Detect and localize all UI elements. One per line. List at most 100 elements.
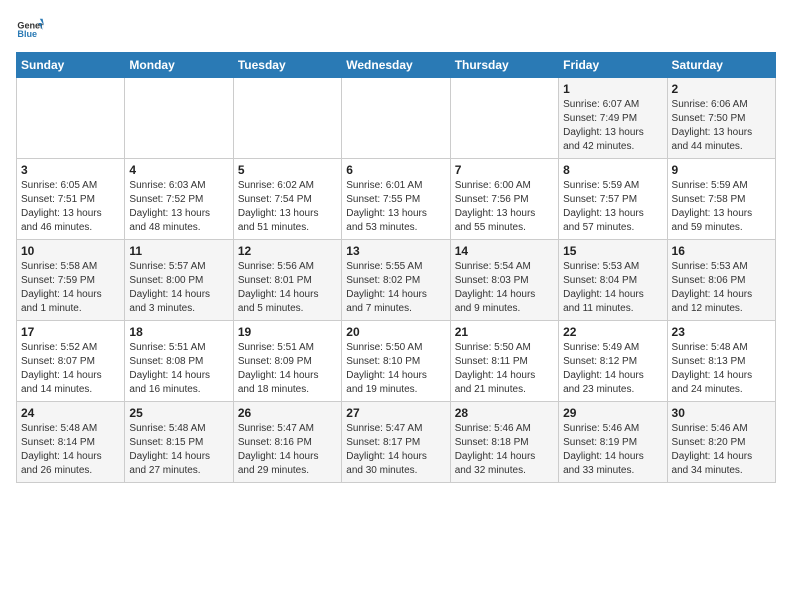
day-info: Sunrise: 5:51 AM Sunset: 8:09 PM Dayligh…: [238, 341, 337, 397]
calendar-cell: 19 Sunrise: 5:51 AM Sunset: 8:09 PM Dayli…: [233, 321, 341, 402]
calendar-cell: [125, 78, 233, 159]
calendar-cell: [17, 78, 125, 159]
day-info: Sunrise: 5:50 AM Sunset: 8:10 PM Dayligh…: [346, 341, 445, 397]
day-info: Sunrise: 5:48 AM Sunset: 8:15 PM Dayligh…: [129, 422, 228, 478]
day-number: 26: [238, 406, 337, 420]
calendar-cell: 26 Sunrise: 5:47 AM Sunset: 8:16 PM Dayli…: [233, 402, 341, 483]
calendar-cell: [450, 78, 558, 159]
calendar-cell: 18Sunrise: 5:51 AM Sunset: 8:08 PM Dayli…: [125, 321, 233, 402]
day-number: 13: [346, 244, 445, 258]
day-number: 23: [672, 325, 771, 339]
day-number: 22: [563, 325, 662, 339]
calendar-cell: 4 Sunrise: 6:03 AM Sunset: 7:52 PM Daylig…: [125, 159, 233, 240]
calendar-cell: 10 Sunrise: 5:58 AM Sunset: 7:59 PM Dayli…: [17, 240, 125, 321]
calendar-table: SundayMondayTuesdayWednesdayThursdayFrid…: [16, 52, 776, 483]
day-number: 30: [672, 406, 771, 420]
day-number: 11: [129, 244, 228, 258]
column-header-friday: Friday: [559, 53, 667, 78]
day-number: 12: [238, 244, 337, 258]
day-info: Sunrise: 5:46 AM Sunset: 8:20 PM Dayligh…: [672, 422, 771, 478]
day-info: Sunrise: 5:53 AM Sunset: 8:04 PM Dayligh…: [563, 260, 662, 316]
calendar-cell: 22 Sunrise: 5:49 AM Sunset: 8:12 PM Dayli…: [559, 321, 667, 402]
day-info: Sunrise: 5:59 AM Sunset: 7:57 PM Dayligh…: [563, 179, 662, 235]
calendar-cell: 1Sunrise: 6:07 AM Sunset: 7:49 PM Daylig…: [559, 78, 667, 159]
calendar-cell: 14 Sunrise: 5:54 AM Sunset: 8:03 PM Dayli…: [450, 240, 558, 321]
day-number: 1: [563, 82, 662, 96]
day-number: 5: [238, 163, 337, 177]
calendar-cell: 16Sunrise: 5:53 AM Sunset: 8:06 PM Dayli…: [667, 240, 775, 321]
day-number: 28: [455, 406, 554, 420]
day-info: Sunrise: 5:48 AM Sunset: 8:13 PM Dayligh…: [672, 341, 771, 397]
day-info: Sunrise: 5:54 AM Sunset: 8:03 PM Dayligh…: [455, 260, 554, 316]
calendar-cell: 3 Sunrise: 6:05 AM Sunset: 7:51 PM Daylig…: [17, 159, 125, 240]
calendar-cell: 28 Sunrise: 5:46 AM Sunset: 8:18 PM Dayli…: [450, 402, 558, 483]
calendar-cell: 25Sunrise: 5:48 AM Sunset: 8:15 PM Dayli…: [125, 402, 233, 483]
calendar-week-row: 10 Sunrise: 5:58 AM Sunset: 7:59 PM Dayli…: [17, 240, 776, 321]
calendar-cell: 20 Sunrise: 5:50 AM Sunset: 8:10 PM Dayli…: [342, 321, 450, 402]
day-number: 14: [455, 244, 554, 258]
day-info: Sunrise: 5:46 AM Sunset: 8:19 PM Dayligh…: [563, 422, 662, 478]
calendar-cell: 11 Sunrise: 5:57 AM Sunset: 8:00 PM Dayli…: [125, 240, 233, 321]
day-number: 4: [129, 163, 228, 177]
calendar-week-row: 1Sunrise: 6:07 AM Sunset: 7:49 PM Daylig…: [17, 78, 776, 159]
calendar-cell: 29Sunrise: 5:46 AM Sunset: 8:19 PM Dayli…: [559, 402, 667, 483]
day-info: Sunrise: 5:53 AM Sunset: 8:06 PM Dayligh…: [672, 260, 771, 316]
day-number: 21: [455, 325, 554, 339]
day-info: Sunrise: 5:59 AM Sunset: 7:58 PM Dayligh…: [672, 179, 771, 235]
calendar-week-row: 3 Sunrise: 6:05 AM Sunset: 7:51 PM Daylig…: [17, 159, 776, 240]
day-info: Sunrise: 5:52 AM Sunset: 8:07 PM Dayligh…: [21, 341, 120, 397]
svg-text:Blue: Blue: [17, 29, 37, 39]
calendar-cell: 5 Sunrise: 6:02 AM Sunset: 7:54 PM Daylig…: [233, 159, 341, 240]
calendar-cell: 23 Sunrise: 5:48 AM Sunset: 8:13 PM Dayli…: [667, 321, 775, 402]
calendar-cell: 15 Sunrise: 5:53 AM Sunset: 8:04 PM Dayli…: [559, 240, 667, 321]
day-info: Sunrise: 6:05 AM Sunset: 7:51 PM Dayligh…: [21, 179, 120, 235]
day-number: 10: [21, 244, 120, 258]
day-number: 17: [21, 325, 120, 339]
calendar-cell: [342, 78, 450, 159]
calendar-cell: 9Sunrise: 5:59 AM Sunset: 7:58 PM Daylig…: [667, 159, 775, 240]
day-number: 3: [21, 163, 120, 177]
day-info: Sunrise: 6:06 AM Sunset: 7:50 PM Dayligh…: [672, 98, 771, 154]
day-number: 2: [672, 82, 771, 96]
day-number: 8: [563, 163, 662, 177]
calendar-week-row: 24Sunrise: 5:48 AM Sunset: 8:14 PM Dayli…: [17, 402, 776, 483]
calendar-week-row: 17 Sunrise: 5:52 AM Sunset: 8:07 PM Dayli…: [17, 321, 776, 402]
day-info: Sunrise: 6:00 AM Sunset: 7:56 PM Dayligh…: [455, 179, 554, 235]
day-info: Sunrise: 5:49 AM Sunset: 8:12 PM Dayligh…: [563, 341, 662, 397]
column-header-monday: Monday: [125, 53, 233, 78]
day-number: 27: [346, 406, 445, 420]
day-number: 7: [455, 163, 554, 177]
page-header: General Blue: [16, 16, 776, 44]
column-header-tuesday: Tuesday: [233, 53, 341, 78]
column-header-thursday: Thursday: [450, 53, 558, 78]
day-info: Sunrise: 5:55 AM Sunset: 8:02 PM Dayligh…: [346, 260, 445, 316]
calendar-cell: 27Sunrise: 5:47 AM Sunset: 8:17 PM Dayli…: [342, 402, 450, 483]
day-info: Sunrise: 5:57 AM Sunset: 8:00 PM Dayligh…: [129, 260, 228, 316]
day-number: 18: [129, 325, 228, 339]
calendar-cell: 12 Sunrise: 5:56 AM Sunset: 8:01 PM Dayli…: [233, 240, 341, 321]
calendar-cell: 13 Sunrise: 5:55 AM Sunset: 8:02 PM Dayli…: [342, 240, 450, 321]
calendar-cell: 24Sunrise: 5:48 AM Sunset: 8:14 PM Dayli…: [17, 402, 125, 483]
day-info: Sunrise: 6:03 AM Sunset: 7:52 PM Dayligh…: [129, 179, 228, 235]
logo-icon: General Blue: [16, 16, 44, 44]
calendar-header-row: SundayMondayTuesdayWednesdayThursdayFrid…: [17, 53, 776, 78]
day-info: Sunrise: 5:50 AM Sunset: 8:11 PM Dayligh…: [455, 341, 554, 397]
column-header-sunday: Sunday: [17, 53, 125, 78]
calendar-cell: 6 Sunrise: 6:01 AM Sunset: 7:55 PM Daylig…: [342, 159, 450, 240]
day-info: Sunrise: 5:58 AM Sunset: 7:59 PM Dayligh…: [21, 260, 120, 316]
day-info: Sunrise: 6:01 AM Sunset: 7:55 PM Dayligh…: [346, 179, 445, 235]
day-number: 20: [346, 325, 445, 339]
calendar-cell: 2 Sunrise: 6:06 AM Sunset: 7:50 PM Daylig…: [667, 78, 775, 159]
day-number: 15: [563, 244, 662, 258]
calendar-cell: 21 Sunrise: 5:50 AM Sunset: 8:11 PM Dayli…: [450, 321, 558, 402]
day-number: 6: [346, 163, 445, 177]
day-number: 19: [238, 325, 337, 339]
calendar-cell: 8 Sunrise: 5:59 AM Sunset: 7:57 PM Daylig…: [559, 159, 667, 240]
calendar-cell: [233, 78, 341, 159]
calendar-cell: 7 Sunrise: 6:00 AM Sunset: 7:56 PM Daylig…: [450, 159, 558, 240]
calendar-cell: 17 Sunrise: 5:52 AM Sunset: 8:07 PM Dayli…: [17, 321, 125, 402]
day-info: Sunrise: 5:46 AM Sunset: 8:18 PM Dayligh…: [455, 422, 554, 478]
day-info: Sunrise: 5:47 AM Sunset: 8:16 PM Dayligh…: [238, 422, 337, 478]
day-info: Sunrise: 6:02 AM Sunset: 7:54 PM Dayligh…: [238, 179, 337, 235]
day-info: Sunrise: 5:56 AM Sunset: 8:01 PM Dayligh…: [238, 260, 337, 316]
